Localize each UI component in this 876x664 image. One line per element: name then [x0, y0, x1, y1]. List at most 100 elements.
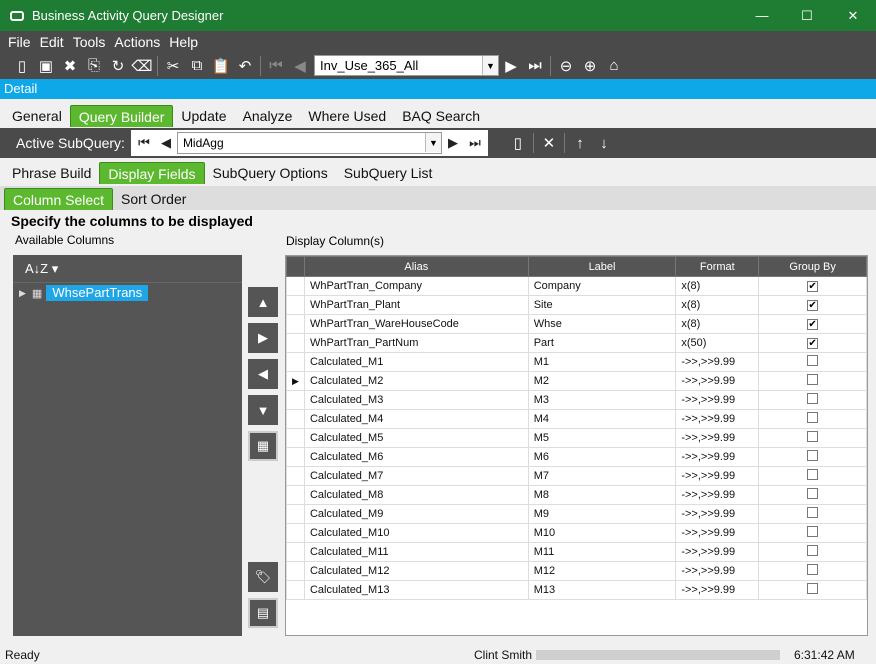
cell-format[interactable]: ->>,>>9.99	[675, 371, 760, 391]
cell-format[interactable]: ->>,>>9.99	[675, 523, 760, 543]
menu-tools[interactable]: Tools	[73, 34, 106, 50]
cell-alias[interactable]: Calculated_M3	[303, 390, 529, 410]
new-icon[interactable]: ▯	[10, 55, 34, 77]
cell-alias[interactable]: WhPartTran_WareHouseCode	[303, 314, 529, 334]
cell-group-by[interactable]	[758, 466, 867, 486]
cell-alias[interactable]: Calculated_M10	[303, 523, 529, 543]
row-selector[interactable]	[286, 580, 305, 600]
cell-label[interactable]: M6	[527, 447, 677, 467]
prev-record-icon[interactable]: ◀	[288, 55, 312, 77]
column-header-alias[interactable]: Alias	[303, 256, 529, 277]
cell-label[interactable]: M12	[527, 561, 677, 581]
move-down-icon[interactable]: ↓	[592, 132, 616, 154]
cell-group-by[interactable]	[758, 504, 867, 524]
remove-column-button[interactable]: ◀	[248, 359, 278, 389]
column-header-label[interactable]: Label	[527, 256, 677, 277]
cell-format[interactable]: x(50)	[675, 333, 760, 353]
menu-actions[interactable]: Actions	[114, 34, 160, 50]
column-header-format[interactable]: Format	[675, 256, 760, 277]
row-selector[interactable]	[286, 466, 305, 486]
cell-label[interactable]: M4	[527, 409, 677, 429]
cell-label[interactable]: M2	[527, 371, 677, 391]
cell-group-by[interactable]	[758, 542, 867, 562]
cell-label[interactable]: M13	[527, 580, 677, 600]
tab-update[interactable]: Update	[173, 105, 234, 127]
move-down-button[interactable]: ▼	[248, 395, 278, 425]
row-selector[interactable]	[286, 504, 305, 524]
cell-alias[interactable]: Calculated_M7	[303, 466, 529, 486]
row-selector[interactable]: ▶	[286, 371, 305, 391]
group-by-checkbox[interactable]	[807, 412, 819, 423]
cell-group-by[interactable]	[758, 428, 867, 448]
cell-group-by[interactable]	[758, 523, 867, 543]
cell-format[interactable]: ->>,>>9.99	[675, 390, 760, 410]
cell-format[interactable]: ->>,>>9.99	[675, 428, 760, 448]
table-row[interactable]: Calculated_M9 M9 ->>,>>9.99	[286, 504, 867, 524]
group-by-checkbox[interactable]	[807, 431, 819, 442]
group-by-checkbox[interactable]: ✔	[807, 319, 819, 330]
cell-group-by[interactable]	[758, 371, 867, 391]
cell-format[interactable]: ->>,>>9.99	[675, 466, 760, 486]
row-selector[interactable]	[286, 352, 305, 372]
table-row[interactable]: WhPartTran_Plant Site x(8) ✔	[286, 295, 867, 315]
table-row[interactable]: Calculated_M12 M12 ->>,>>9.99	[286, 561, 867, 581]
delete-subquery-icon[interactable]: ✕	[537, 132, 561, 154]
tab-sort-order[interactable]: Sort Order	[113, 188, 194, 210]
calculator-button[interactable]: ▦	[248, 431, 278, 461]
cell-label[interactable]: M10	[527, 523, 677, 543]
cell-format[interactable]: ->>,>>9.99	[675, 542, 760, 562]
tab-subquery-list[interactable]: SubQuery List	[336, 162, 441, 184]
table-row[interactable]: ▶ Calculated_M2 M2 ->>,>>9.99	[286, 371, 867, 391]
subquery-select[interactable]: MidAgg ▼	[176, 132, 442, 154]
chevron-down-icon[interactable]: ▼	[482, 56, 498, 75]
menu-file[interactable]: File	[8, 34, 31, 50]
cell-format[interactable]: ->>,>>9.99	[675, 580, 760, 600]
group-by-checkbox[interactable]	[807, 488, 819, 499]
next-record-icon[interactable]: ▶	[499, 55, 523, 77]
table-row[interactable]: WhPartTran_WareHouseCode Whse x(8) ✔	[286, 314, 867, 334]
table-row[interactable]: Calculated_M5 M5 ->>,>>9.99	[286, 428, 867, 448]
first-subquery-icon[interactable]: ⏮	[133, 132, 155, 154]
cell-label[interactable]: M5	[527, 428, 677, 448]
table-row[interactable]: Calculated_M13 M13 ->>,>>9.99	[286, 580, 867, 600]
copy-icon[interactable]: ⧉	[185, 55, 209, 77]
column-header-group-by[interactable]: Group By	[758, 256, 867, 277]
tab-analyze[interactable]: Analyze	[235, 105, 301, 127]
last-record-icon[interactable]: ⏭	[523, 55, 547, 77]
clear-icon[interactable]: ⌫	[130, 55, 154, 77]
cell-alias[interactable]: Calculated_M1	[303, 352, 529, 372]
expand-icon[interactable]: ▶	[19, 288, 26, 299]
move-up-button[interactable]: ▲	[248, 287, 278, 317]
move-up-icon[interactable]: ↑	[568, 132, 592, 154]
cell-format[interactable]: ->>,>>9.99	[675, 447, 760, 467]
cell-label[interactable]: M9	[527, 504, 677, 524]
cell-group-by[interactable]	[758, 580, 867, 600]
chevron-down-icon[interactable]: ▼	[424, 133, 441, 152]
tag-button[interactable]: 🏷	[248, 562, 278, 592]
cell-group-by[interactable]	[758, 561, 867, 581]
tab-baq-search[interactable]: BAQ Search	[394, 105, 488, 127]
group-by-checkbox[interactable]	[807, 564, 819, 575]
table-row[interactable]: Calculated_M7 M7 ->>,>>9.99	[286, 466, 867, 486]
cell-format[interactable]: ->>,>>9.99	[675, 485, 760, 505]
cell-alias[interactable]: Calculated_M5	[303, 428, 529, 448]
row-selector[interactable]	[286, 314, 305, 334]
table-button[interactable]: ▤	[248, 598, 278, 628]
group-by-checkbox[interactable]	[807, 355, 819, 366]
cell-format[interactable]: ->>,>>9.99	[675, 409, 760, 429]
back-icon[interactable]: ⊖	[554, 55, 578, 77]
cell-format[interactable]: ->>,>>9.99	[675, 352, 760, 372]
cut-icon[interactable]: ✂	[161, 55, 185, 77]
cell-label[interactable]: M11	[527, 542, 677, 562]
row-selector[interactable]	[286, 276, 305, 296]
attach-icon[interactable]: ⎘	[82, 55, 106, 77]
table-row[interactable]: Calculated_M11 M11 ->>,>>9.99	[286, 542, 867, 562]
cell-group-by[interactable]	[758, 485, 867, 505]
table-row[interactable]: Calculated_M4 M4 ->>,>>9.99	[286, 409, 867, 429]
cell-alias[interactable]: WhPartTran_PartNum	[303, 333, 529, 353]
group-by-checkbox[interactable]	[807, 450, 819, 461]
cell-label[interactable]: Site	[527, 295, 677, 315]
row-selector[interactable]	[286, 485, 305, 505]
menu-help[interactable]: Help	[169, 34, 198, 50]
cell-label[interactable]: M3	[527, 390, 677, 410]
